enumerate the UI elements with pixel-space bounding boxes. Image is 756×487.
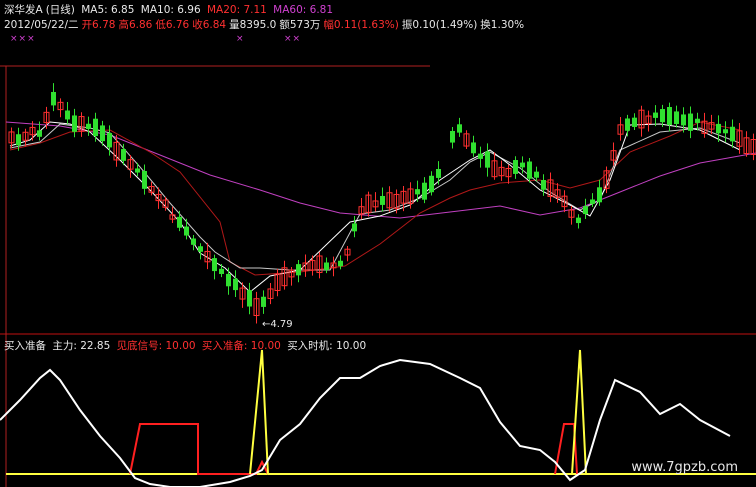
turnover-value: 换1.30% [480, 19, 525, 31]
stock-name[interactable]: 深华发A [4, 4, 43, 16]
amount-value: 额573万 [279, 19, 321, 31]
main-force-line [0, 358, 731, 487]
change-value: 幅0.11(1.63%) [323, 19, 399, 31]
candle-down [37, 130, 42, 137]
candle-down [625, 118, 630, 131]
chart-grid [0, 65, 756, 487]
candle-down [597, 187, 602, 203]
watermark: www.7gpzb.com [631, 460, 738, 475]
close-price: 收6.84 [192, 19, 227, 31]
candle-down [730, 126, 735, 142]
candle-down [632, 117, 637, 127]
candle-down [184, 226, 189, 236]
candle-down [16, 134, 21, 146]
candle-down [695, 118, 700, 123]
candlestick-series[interactable] [8, 83, 756, 324]
candle-down [352, 223, 357, 232]
indicator-header: 买入准备 主力: 22.85 见底信号: 10.00 买入准备: 10.00 买… [4, 340, 369, 353]
candle-down [450, 130, 455, 143]
candle-down [107, 133, 112, 148]
candle-down [660, 109, 665, 123]
candle-down [233, 278, 238, 291]
candle-down [716, 123, 721, 134]
candle-down [723, 129, 728, 134]
high-price: 高6.86 [118, 19, 153, 31]
candle-down [653, 112, 658, 118]
candle-down [72, 115, 77, 132]
candle-down [415, 189, 420, 195]
candle-down [219, 268, 224, 274]
candle-down [674, 111, 679, 124]
candle-down [324, 262, 329, 271]
candle-down [471, 142, 476, 154]
candle-down [261, 296, 266, 307]
buy-timing-spike-1 [249, 349, 269, 475]
candle-down [86, 123, 91, 130]
candle-down [65, 110, 70, 120]
candle-down [380, 195, 385, 205]
quote-header-line1: 深华发A (日线) MA5: 6.85 MA10: 6.96 MA20: 7.11… [4, 4, 336, 17]
candle-down [198, 246, 203, 252]
candle-down [583, 206, 588, 215]
candle-down [436, 169, 441, 178]
candle-down [485, 151, 490, 168]
open-price: 开6.78 [81, 19, 116, 31]
buy-prep-line [129, 423, 269, 475]
candle-down [513, 160, 518, 174]
volume-value: 量8395.0 [229, 19, 277, 31]
candle-down [681, 114, 686, 126]
amplitude-value: 振0.10(1.49%) [401, 19, 478, 31]
ma5-value: MA5: 6.85 [81, 4, 135, 16]
candle-down [296, 264, 301, 276]
quote-date: 2012/05/22/二 [4, 19, 79, 31]
candle-down [247, 290, 252, 307]
candle-down [212, 258, 217, 272]
candle-down [541, 180, 546, 190]
candle-down [100, 125, 105, 142]
chart-canvas [0, 65, 756, 487]
candle-down [51, 91, 56, 106]
candle-down [121, 149, 126, 161]
ma60-value: MA60: 6.81 [273, 4, 334, 16]
candle-down [226, 273, 231, 287]
candle-down [576, 217, 581, 224]
candle-down [191, 238, 196, 245]
buy-timing-value: 买入时机: 10.00 [287, 340, 367, 352]
signal-marks-right: ×× [284, 34, 302, 44]
candle-down [142, 170, 147, 189]
ma20-value: MA20: 7.11 [206, 4, 267, 16]
candle-down [590, 199, 595, 204]
ma10-value: MA10: 6.96 [140, 4, 201, 16]
candle-down [527, 161, 532, 179]
candle-down [478, 153, 483, 159]
candle-down [422, 182, 427, 200]
signal-marks-left: ××× [10, 34, 36, 44]
candle-down [457, 124, 462, 133]
candle-down [338, 260, 343, 267]
buy-prep-value: 买入准备: 10.00 [201, 340, 281, 352]
period-label[interactable]: (日线) [46, 4, 75, 16]
candle-down [135, 168, 140, 173]
bottom-signal-value: 见底信号: 10.00 [116, 340, 196, 352]
candle-down [93, 118, 98, 137]
candle-down [520, 162, 525, 168]
main-force-value: 主力: 22.85 [52, 340, 111, 352]
buy-timing-spike-2 [571, 349, 587, 475]
candle-down [688, 113, 693, 131]
candle-down [534, 171, 539, 178]
candle-down [429, 175, 434, 193]
candle-down [177, 216, 182, 228]
indicator-name[interactable]: 买入准备 [4, 340, 46, 352]
quote-header-line2: 2012/05/22/二 开6.78 高6.86 低6.76 收6.84 量8395.0 额… [4, 19, 527, 32]
candle-down [667, 106, 672, 125]
low-price: 低6.76 [155, 19, 190, 31]
signal-marks-mid: × [236, 34, 245, 44]
low-price-label: ←4.79 [262, 319, 293, 330]
